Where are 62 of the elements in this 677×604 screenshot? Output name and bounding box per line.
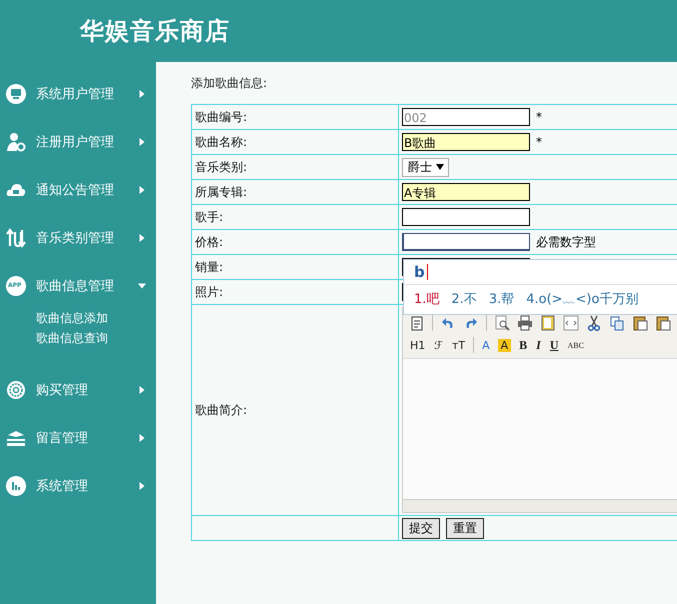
typed-text: b (414, 263, 425, 281)
editor-button[interactable]: A (481, 338, 491, 352)
editor-button[interactable]: B (518, 338, 528, 352)
preview-icon[interactable] (494, 315, 510, 331)
input-field[interactable] (402, 208, 530, 226)
code-icon[interactable] (563, 315, 579, 331)
input-field[interactable] (402, 233, 530, 251)
template-icon[interactable] (540, 315, 556, 331)
editor-button[interactable]: I (535, 338, 542, 352)
field-label: 价格: (192, 230, 398, 254)
paste-word-icon[interactable] (655, 315, 671, 331)
sidebar-item[interactable]: 注册用户管理 (0, 130, 156, 154)
field-label: 照片: (192, 280, 398, 304)
gear-icon (6, 380, 26, 400)
editor-button[interactable]: A (498, 338, 512, 352)
input-field[interactable]: A专辑 (402, 183, 530, 201)
field-label: 音乐类别: (192, 154, 398, 180)
field-label: 歌手: (192, 204, 398, 230)
category-dropdown[interactable]: 爵士 (402, 158, 449, 176)
sidebar-item[interactable]: 系统用户管理 (0, 82, 156, 106)
editor-button[interactable]: U (548, 338, 560, 352)
field-label: 销量: (192, 254, 398, 280)
field-label: 歌曲简介: (192, 304, 398, 516)
editor-button[interactable]: ℱ (433, 338, 444, 352)
form-heading: 添加歌曲信息: (191, 75, 268, 92)
form-button[interactable]: 重置 (446, 518, 484, 538)
submenu-item[interactable]: 歌曲信息添加 (36, 308, 156, 328)
form-button[interactable]: 提交 (402, 518, 440, 538)
field-label: 所属专辑: (192, 180, 398, 204)
sidebar-item[interactable]: 购买管理 (0, 378, 156, 402)
field-note: * (536, 135, 542, 149)
monitor-icon (6, 84, 26, 104)
field-label: 歌曲编号: (192, 104, 398, 130)
dropdown-caret-icon (436, 164, 444, 170)
editor-button[interactable]: H1 (409, 338, 426, 352)
sidebar-item[interactable]: 留言管理 (0, 426, 156, 450)
submenu-item[interactable]: 歌曲信息查询 (36, 328, 156, 348)
input-field[interactable]: B歌曲 (402, 133, 530, 151)
app-badge-icon (6, 276, 26, 296)
ime-candidate[interactable]: 4.o(>﹏<)o千万别 (526, 290, 638, 308)
site-title: 华娱音乐商店 (80, 17, 230, 47)
print-icon[interactable] (517, 315, 533, 331)
sidebar-item[interactable]: 音乐类别管理 (0, 226, 156, 250)
paste-icon[interactable] (409, 315, 425, 331)
chart-icon (6, 476, 26, 496)
field-label: 歌曲名称: (192, 130, 398, 154)
ime-candidate[interactable]: 3.帮 (488, 290, 514, 308)
layers-icon (6, 428, 26, 448)
paste-text-icon[interactable] (632, 315, 648, 331)
sidebar-item[interactable]: 通知公告管理 (0, 178, 156, 202)
field-note: 必需数字型 (536, 234, 596, 250)
copy-icon[interactable] (609, 315, 625, 331)
user-gear-icon (6, 132, 26, 152)
arrows-icon (6, 228, 26, 248)
input-field[interactable]: 002 (402, 108, 530, 126)
editor-button[interactable]: тT (450, 338, 466, 352)
field-note: * (536, 110, 542, 124)
ime-candidate[interactable]: 2.不 (451, 290, 477, 308)
editor-button[interactable]: ABC (566, 340, 585, 350)
ime-candidate[interactable]: 1.吧 (414, 290, 440, 308)
sidebar-item[interactable]: 系统管理 (0, 474, 156, 498)
cut-icon[interactable] (586, 315, 602, 331)
